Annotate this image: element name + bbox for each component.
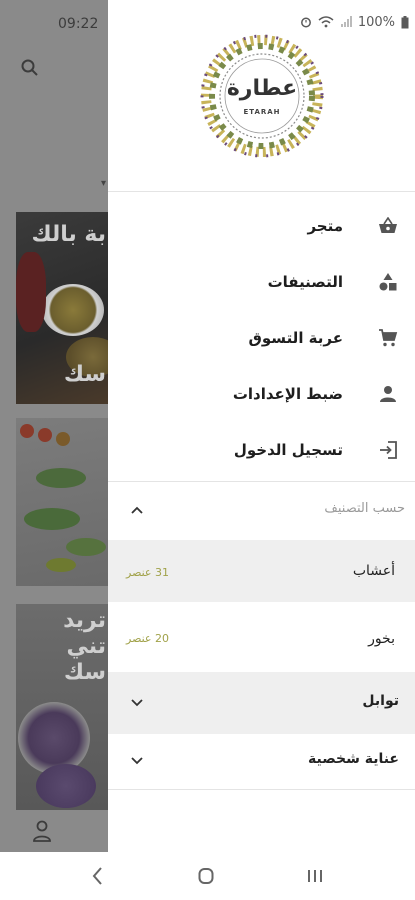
menu-item-label: ضبط الإعدادات (232, 385, 343, 403)
chevron-down-icon[interactable] (130, 695, 144, 709)
categories-header[interactable]: حسب التصنيف (108, 482, 415, 538)
product-tile (16, 418, 110, 586)
menu-item-label: تسجيل الدخول (233, 441, 343, 459)
wifi-icon (318, 16, 334, 28)
signal-icon (340, 16, 352, 27)
category-count: 20 عنصر (126, 632, 169, 645)
logo-subtext: ETARAH (243, 108, 281, 116)
leaf-image (46, 558, 76, 572)
tile-text: سك (63, 362, 106, 387)
chevron-up-icon[interactable] (130, 503, 144, 517)
person-icon (377, 383, 399, 405)
category-label: عناية شخصية (307, 751, 399, 767)
home-icon[interactable] (198, 867, 214, 885)
menu-item-settings[interactable]: ضبط الإعدادات (108, 366, 415, 422)
tile-text: بة بالك (31, 222, 106, 247)
login-icon (377, 439, 399, 461)
battery-percent: 100% (357, 14, 395, 30)
alarm-icon (300, 17, 311, 28)
leaf-image (66, 538, 106, 556)
divider (108, 191, 415, 192)
menu-item-label: التصنيفات (267, 273, 343, 291)
tile-text: تريد (63, 608, 106, 633)
leaf-image (24, 508, 80, 530)
categories-shapes-icon (377, 271, 399, 293)
product-tile: تريد تني سك (16, 604, 110, 810)
lavender-bowl-image (36, 764, 96, 808)
category-row-incense[interactable]: بخور 20 عنصر (108, 606, 415, 668)
category-label: بخور (368, 631, 395, 647)
divider (108, 789, 415, 790)
spice-bowl-image (42, 284, 104, 336)
menu-item-cart[interactable]: عربة التسوق (108, 310, 415, 366)
shopping-cart-icon (377, 327, 399, 349)
categories-header-label: حسب التصنيف (324, 501, 405, 516)
battery-icon (401, 15, 409, 28)
navigation-drawer: 100% عطارة ETARAH متجر التصنيفات عربة ال… (108, 0, 415, 852)
category-count: 31 عنصر (126, 566, 169, 579)
product-tile: بة بالك سك (16, 212, 110, 404)
category-row-personal-care[interactable]: عناية شخصية (108, 730, 415, 792)
shopping-basket-icon (377, 215, 399, 237)
category-label: أعشاب (352, 563, 395, 579)
chili-image (16, 252, 46, 332)
etarah-logo: عطارة ETARAH (196, 30, 328, 162)
menu-item-categories[interactable]: التصنيفات (108, 254, 415, 310)
category-label: توابل (362, 693, 399, 709)
category-row-spices[interactable]: توابل (108, 672, 415, 734)
menu-item-label: عربة التسوق (248, 329, 343, 347)
profile-icon[interactable] (32, 820, 52, 842)
category-row-herbs[interactable]: أعشاب 31 عنصر (108, 540, 415, 602)
tile-text: سك (63, 660, 106, 685)
system-navigation-bar (0, 852, 415, 900)
search-icon (21, 59, 38, 76)
tomato-image (20, 424, 34, 438)
back-icon[interactable] (90, 866, 106, 886)
leaf-image (36, 468, 86, 488)
chevron-down-icon[interactable] (130, 753, 144, 767)
status-bar: 100% (300, 12, 409, 32)
menu-item-label: متجر (307, 217, 343, 235)
caret-icon: ▾ (101, 178, 107, 189)
menu-item-login[interactable]: تسجيل الدخول (108, 422, 415, 478)
flower-bowl-image (18, 702, 90, 774)
tile-text: تني (66, 634, 107, 659)
menu-item-store[interactable]: متجر (108, 198, 415, 254)
tomato-image (56, 432, 70, 446)
tomato-image (38, 428, 52, 442)
logo-text: عطارة (226, 76, 298, 101)
recent-apps-icon[interactable] (306, 868, 324, 884)
status-time: 09:22 (58, 16, 99, 32)
